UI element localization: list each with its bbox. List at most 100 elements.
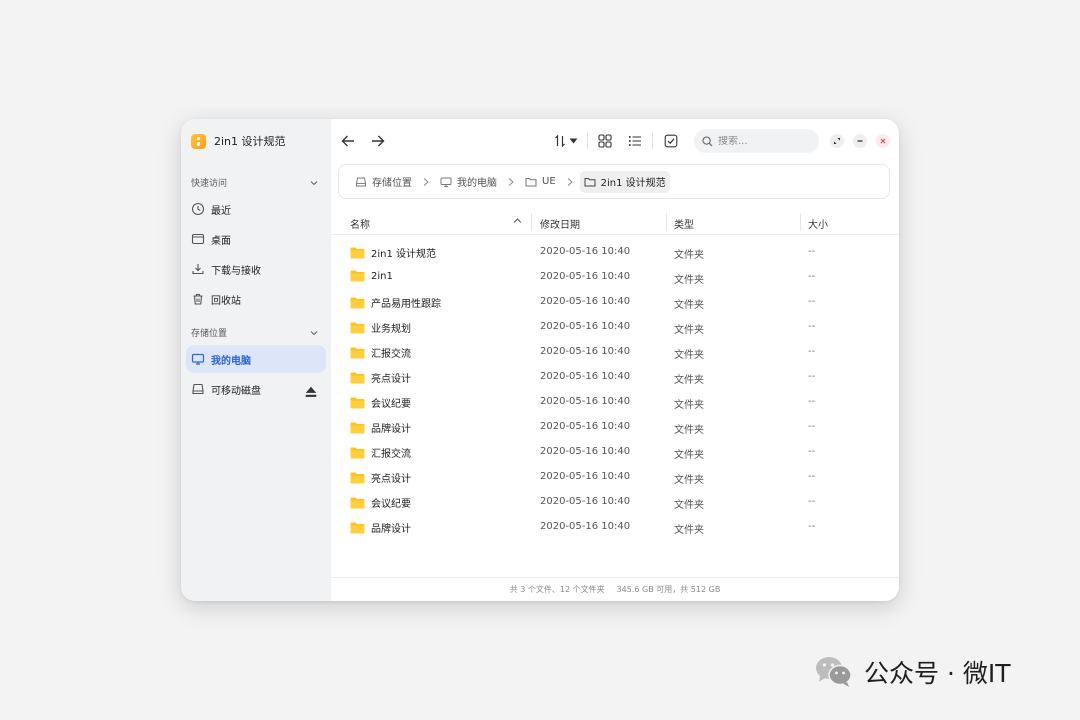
- folder-icon: [350, 497, 365, 508]
- file-name: 会议纪要: [371, 499, 411, 510]
- folder-icon: [350, 397, 365, 408]
- file-name: 品牌设计: [371, 424, 411, 435]
- desktop-icon: [191, 233, 205, 245]
- file-date: 2020-05-16 10:40: [540, 471, 631, 482]
- restore-button[interactable]: [830, 134, 844, 148]
- column-header-size[interactable]: 大小: [808, 216, 828, 231]
- column-header-type[interactable]: 类型: [674, 216, 694, 231]
- quick-access-header[interactable]: 快速访问: [191, 176, 319, 189]
- back-button[interactable]: [340, 133, 356, 149]
- file-name-cell: 会议纪要: [350, 495, 411, 510]
- toolbar-separator: [587, 133, 588, 149]
- chevron-right-icon: [508, 177, 514, 186]
- file-name: 产品易用性跟踪: [371, 299, 441, 310]
- table-row[interactable]: 亮点设计 2020-05-16 10:40 文件夹 --: [331, 465, 899, 490]
- file-type: 文件夹: [674, 300, 704, 311]
- clock-icon: [191, 202, 205, 216]
- file-date: 2020-05-16 10:40: [540, 346, 631, 357]
- sidebar-item-my-computer[interactable]: 我的电脑: [186, 345, 326, 373]
- file-type: 文件夹: [674, 350, 704, 361]
- search-input[interactable]: [718, 135, 808, 147]
- file-type: 文件夹: [674, 475, 704, 486]
- file-size: --: [808, 521, 816, 532]
- close-button[interactable]: [876, 134, 890, 148]
- breadcrumb-label: 我的电脑: [457, 178, 497, 189]
- file-name: 亮点设计: [371, 474, 411, 485]
- table-row[interactable]: 2in1 2020-05-16 10:40 文件夹 --: [331, 265, 899, 290]
- breadcrumb-item-ue[interactable]: UE: [521, 171, 560, 193]
- table-row[interactable]: 品牌设计 2020-05-16 10:40 文件夹 --: [331, 515, 899, 540]
- search-icon: [702, 135, 713, 146]
- file-type: 文件夹: [674, 275, 704, 286]
- column-divider[interactable]: [800, 213, 801, 231]
- table-row[interactable]: 汇报交流 2020-05-16 10:40 文件夹 --: [331, 440, 899, 465]
- file-name: 业务规划: [371, 324, 411, 335]
- table-row[interactable]: 业务规划 2020-05-16 10:40 文件夹 --: [331, 315, 899, 340]
- folder-icon: [350, 247, 365, 258]
- table-row[interactable]: 汇报交流 2020-05-16 10:40 文件夹 --: [331, 340, 899, 365]
- watermark: 公众号 · 微IT: [814, 654, 1011, 690]
- caret-down-icon: [569, 138, 578, 144]
- monitor-icon: [191, 353, 205, 365]
- list-view-button[interactable]: [627, 133, 642, 148]
- sort-icon: [555, 134, 565, 148]
- table-row[interactable]: 品牌设计 2020-05-16 10:40 文件夹 --: [331, 415, 899, 440]
- file-name: 会议纪要: [371, 399, 411, 410]
- status-counts: 共 3 个文件、12 个文件夹: [509, 585, 605, 594]
- file-date: 2020-05-16 10:40: [540, 246, 631, 257]
- folder-icon: [350, 322, 365, 333]
- file-size: --: [808, 321, 816, 332]
- sidebar-item-recent[interactable]: 最近: [186, 195, 326, 223]
- close-icon: [880, 138, 886, 144]
- breadcrumb-item-storage[interactable]: 存储位置: [351, 171, 416, 193]
- quick-access-title: 快速访问: [191, 179, 228, 189]
- file-type: 文件夹: [674, 400, 704, 411]
- file-size: --: [808, 296, 816, 307]
- file-size: --: [808, 271, 816, 282]
- table-row[interactable]: 产品易用性跟踪 2020-05-16 10:40 文件夹 --: [331, 290, 899, 315]
- sidebar-item-removable-disk[interactable]: 可移动磁盘: [186, 375, 326, 403]
- table-row[interactable]: 会议纪要 2020-05-16 10:40 文件夹 --: [331, 490, 899, 515]
- storage-header[interactable]: 存储位置: [191, 326, 319, 339]
- column-divider[interactable]: [666, 213, 667, 231]
- monitor-icon: [440, 177, 452, 187]
- file-date: 2020-05-16 10:40: [540, 521, 631, 532]
- table-row[interactable]: 亮点设计 2020-05-16 10:40 文件夹 --: [331, 365, 899, 390]
- folder-outline-icon: [584, 177, 596, 186]
- column-header-name[interactable]: 名称: [350, 216, 370, 231]
- column-divider[interactable]: [531, 213, 532, 231]
- minimize-button[interactable]: [853, 134, 867, 148]
- select-mode-button[interactable]: [663, 133, 678, 148]
- file-date: 2020-05-16 10:40: [540, 446, 631, 457]
- file-type: 文件夹: [674, 250, 704, 261]
- table-row[interactable]: 2in1 设计规范 2020-05-16 10:40 文件夹 --: [331, 240, 899, 265]
- breadcrumb-item-current[interactable]: 2in1 设计规范: [579, 170, 670, 193]
- file-name: 2in1 设计规范: [371, 249, 437, 260]
- sort-button[interactable]: [553, 133, 579, 149]
- eject-icon[interactable]: [304, 385, 318, 399]
- folder-icon: [350, 422, 365, 433]
- file-size: --: [808, 446, 816, 457]
- file-type: 文件夹: [674, 525, 704, 536]
- table-row[interactable]: 会议纪要 2020-05-16 10:40 文件夹 --: [331, 390, 899, 415]
- breadcrumb-item-my-computer[interactable]: 我的电脑: [436, 171, 501, 193]
- file-size: --: [808, 496, 816, 507]
- sidebar-item-desktop[interactable]: 桌面: [186, 225, 326, 253]
- breadcrumb-label: UE: [542, 176, 556, 187]
- wechat-logo-icon: [816, 657, 852, 687]
- forward-button[interactable]: [370, 133, 386, 149]
- app-title: 2in1 设计规范: [214, 135, 286, 148]
- sidebar-item-downloads[interactable]: 下载与接收: [186, 255, 326, 283]
- chevron-up-icon[interactable]: [513, 217, 522, 224]
- column-header-date[interactable]: 修改日期: [540, 216, 580, 231]
- list-icon: [628, 135, 641, 146]
- file-date: 2020-05-16 10:40: [540, 271, 631, 282]
- file-list: 2in1 设计规范 2020-05-16 10:40 文件夹 -- 2in1 2020-0…: [331, 240, 899, 540]
- sidebar-item-label: 下载与接收: [211, 265, 261, 277]
- sidebar-item-label: 可移动磁盘: [211, 385, 261, 397]
- file-date: 2020-05-16 10:40: [540, 396, 631, 407]
- search-box[interactable]: [694, 129, 819, 153]
- download-icon: [192, 264, 204, 275]
- grid-view-button[interactable]: [597, 133, 612, 148]
- sidebar-item-trash[interactable]: 回收站: [186, 285, 326, 313]
